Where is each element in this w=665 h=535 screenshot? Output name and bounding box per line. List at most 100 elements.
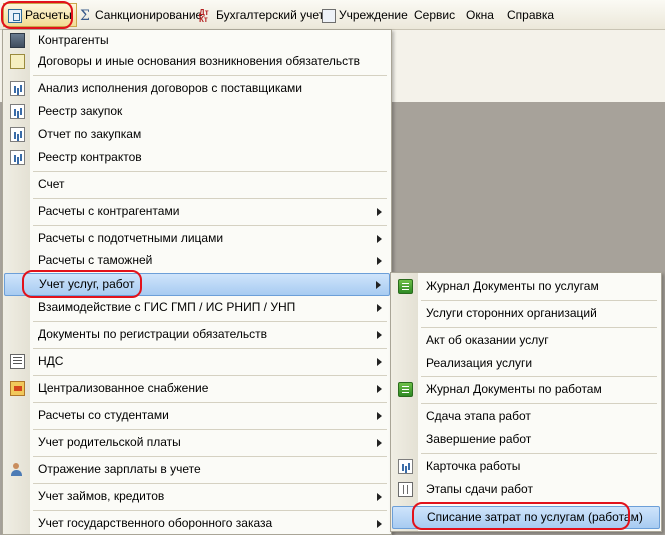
submenu-item-sdacha-etapa[interactable]: Сдача этапа работ xyxy=(392,406,660,427)
menu-buhuchet[interactable]: Дт Кт Бухгалтерский учет xyxy=(197,5,326,25)
menu-sankcionirovanie[interactable]: Σ Санкционирование xyxy=(76,5,204,25)
report-icon xyxy=(10,127,25,142)
report-icon xyxy=(10,104,25,119)
submenu-item-akt[interactable]: Акт об оказании услуг xyxy=(392,330,660,351)
menu-servis[interactable]: Сервис xyxy=(412,5,457,25)
menu-item-label: Учет родительской платы xyxy=(38,435,181,449)
submenu-item-kartochka[interactable]: Карточка работы xyxy=(392,456,660,477)
folder-icon xyxy=(10,33,25,48)
menu-item-label: Реализация услуги xyxy=(426,356,533,370)
menu-raschety[interactable]: Расчеты xyxy=(3,3,77,27)
submenu-item-realizaciya[interactable]: Реализация услуги xyxy=(392,353,660,374)
separator xyxy=(33,225,387,226)
submenu-arrow-icon xyxy=(377,385,382,393)
menu-item-label: Централизованное снабжение xyxy=(38,381,209,395)
menu-okna[interactable]: Окна xyxy=(464,5,496,25)
menu-item-label: НДС xyxy=(38,354,64,368)
menu-item-label: Акт об оказании услуг xyxy=(426,333,549,347)
raschety-dropdown: Контрагенты Договоры и иные основания во… xyxy=(2,29,392,535)
menu-item-studenty[interactable]: Расчеты со студентами xyxy=(4,405,390,426)
menu-item-label: Документы по регистрации обязательств xyxy=(38,327,268,341)
document-icon xyxy=(8,8,22,23)
contract-icon xyxy=(10,54,25,69)
sigma-icon: Σ xyxy=(80,7,90,24)
separator xyxy=(33,198,387,199)
menu-item-schet[interactable]: Счет xyxy=(4,174,390,195)
menu-item-label: Расчеты с таможней xyxy=(38,253,153,267)
submenu-arrow-icon xyxy=(377,257,382,265)
menu-item-snabzhenie[interactable]: Централизованное снабжение xyxy=(4,378,390,399)
submenu-arrow-icon xyxy=(377,520,382,528)
menu-item-uchet-uslug[interactable]: Учет услуг, работ xyxy=(4,273,390,296)
people-icon xyxy=(10,462,25,477)
menu-item-label: Учет услуг, работ xyxy=(39,277,135,291)
journal-icon xyxy=(398,279,413,294)
menu-servis-label: Сервис xyxy=(414,8,456,22)
menu-item-kontragenty[interactable]: Контрагенты xyxy=(4,30,390,51)
menu-item-nds[interactable]: НДС xyxy=(4,351,390,372)
menu-item-label: Отражение зарплаты в учете xyxy=(38,462,201,476)
menu-item-roditelskaya[interactable]: Учет родительской платы xyxy=(4,432,390,453)
separator xyxy=(421,376,657,377)
uchet-uslug-submenu: Журнал Документы по услугам Услуги сторо… xyxy=(390,272,662,532)
menu-item-registraciya[interactable]: Документы по регистрации обязательств xyxy=(4,324,390,345)
vat-icon xyxy=(10,354,25,369)
menu-item-label: Журнал Документы по услугам xyxy=(426,279,599,293)
menu-uchrezhdenie-label: Учреждение xyxy=(339,8,408,22)
report-icon xyxy=(10,150,25,165)
menu-item-label: Сдача этапа работ xyxy=(426,409,531,423)
menu-item-label: Реестр закупок xyxy=(38,104,123,118)
menu-item-raschety-kontragenty[interactable]: Расчеты с контрагентами xyxy=(4,201,390,222)
menu-item-oboronnyi-zakaz[interactable]: Учет государственного оборонного заказа xyxy=(4,513,390,534)
menu-item-label: Реестр контрактов xyxy=(38,150,142,164)
menu-uchrezhdenie[interactable]: Учреждение xyxy=(320,5,410,25)
menu-item-tamozhnya[interactable]: Расчеты с таможней xyxy=(4,250,390,271)
submenu-item-uslugi-storonnih[interactable]: Услуги сторонних организаций xyxy=(392,303,660,324)
menu-item-label: Учет государственного оборонного заказа xyxy=(38,516,273,530)
submenu-arrow-icon xyxy=(377,235,382,243)
separator xyxy=(421,453,657,454)
submenu-arrow-icon xyxy=(377,304,382,312)
menu-item-otchet-zakupki[interactable]: Отчет по закупкам xyxy=(4,124,390,145)
submenu-item-etapy[interactable]: Этапы сдачи работ xyxy=(392,479,660,500)
journal-icon xyxy=(398,382,413,397)
menu-item-label: Договоры и иные основания возникновения … xyxy=(38,54,361,68)
submenu-arrow-icon xyxy=(377,208,382,216)
menu-item-label: Карточка работы xyxy=(426,459,521,473)
menu-item-label: Расчеты с контрагентами xyxy=(38,204,180,218)
separator xyxy=(33,510,387,511)
submenu-item-zhurnal-raboty[interactable]: Журнал Документы по работам xyxy=(392,379,660,400)
submenu-item-spisanie-zatrat[interactable]: Списание затрат по услугам (работам) xyxy=(392,506,660,529)
separator xyxy=(421,300,657,301)
menu-item-zaimy[interactable]: Учет займов, кредитов xyxy=(4,486,390,507)
institution-icon xyxy=(322,8,336,23)
grid-icon xyxy=(398,482,413,497)
menu-item-gis-gmp[interactable]: Взаимодействие с ГИС ГМП / ИС РНИП / УНП xyxy=(4,297,390,318)
submenu-arrow-icon xyxy=(377,493,382,501)
submenu-item-zhurnal-uslugi[interactable]: Журнал Документы по услугам xyxy=(392,276,660,297)
submenu-arrow-icon xyxy=(377,412,382,420)
separator xyxy=(33,402,387,403)
separator xyxy=(33,75,387,76)
menu-item-label: Контрагенты xyxy=(38,33,109,47)
menu-item-dogovory[interactable]: Договоры и иные основания возникновения … xyxy=(4,51,390,72)
menu-spravka[interactable]: Справка xyxy=(505,5,556,25)
separator xyxy=(33,483,387,484)
menu-item-reestr-zakupok[interactable]: Реестр закупок xyxy=(4,101,390,122)
menu-item-reestr-kontraktov[interactable]: Реестр контрактов xyxy=(4,147,390,168)
menu-bar: Расчеты Σ Санкционирование Дт Кт Бухгалтерс… xyxy=(0,0,665,30)
dt-kt-icon: Дт Кт xyxy=(199,7,209,24)
menu-okna-label: Окна xyxy=(466,8,494,22)
menu-item-label: Анализ исполнения договоров с поставщика… xyxy=(38,81,302,95)
menu-item-label: Учет займов, кредитов xyxy=(38,489,165,503)
menu-buhuchet-label: Бухгалтерский учет xyxy=(216,8,325,22)
submenu-item-zavershenie[interactable]: Завершение работ xyxy=(392,429,660,450)
menu-item-label: Взаимодействие с ГИС ГМП / ИС РНИП / УНП xyxy=(38,300,296,314)
menu-item-podotchetnye[interactable]: Расчеты с подотчетными лицами xyxy=(4,228,390,249)
separator xyxy=(33,348,387,349)
menu-item-label: Расчеты со студентами xyxy=(38,408,169,422)
separator xyxy=(33,375,387,376)
menu-item-zarplata[interactable]: Отражение зарплаты в учете xyxy=(4,459,390,480)
menu-item-analiz[interactable]: Анализ исполнения договоров с поставщика… xyxy=(4,78,390,99)
submenu-arrow-icon xyxy=(377,439,382,447)
